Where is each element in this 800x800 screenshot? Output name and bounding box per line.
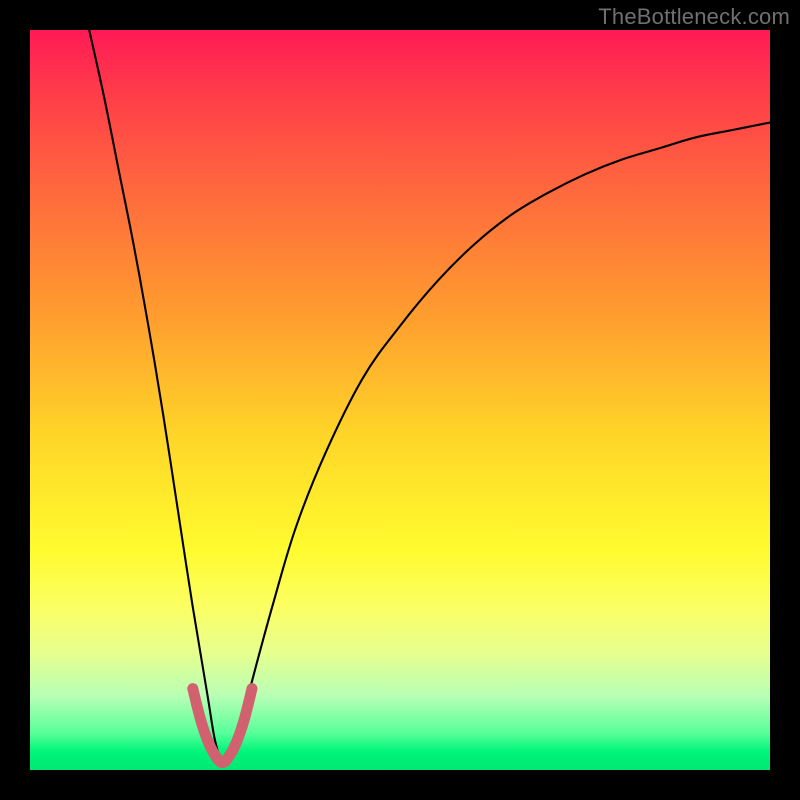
optimal-zone-marker-line <box>193 689 252 763</box>
chart-container: TheBottleneck.com <box>0 0 800 800</box>
plot-area <box>30 30 770 770</box>
chart-svg <box>30 30 770 770</box>
bottleneck-curve-line <box>89 30 770 766</box>
watermark-text: TheBottleneck.com <box>598 4 790 30</box>
